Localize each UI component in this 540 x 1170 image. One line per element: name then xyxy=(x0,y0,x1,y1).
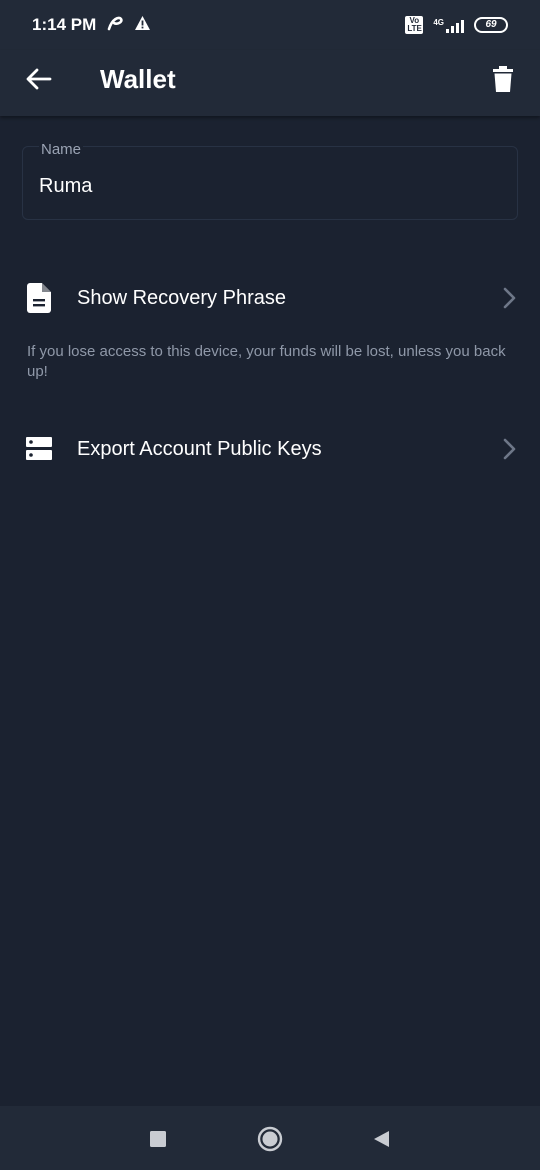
home-button[interactable] xyxy=(257,1126,283,1152)
server-icon xyxy=(26,434,52,464)
show-recovery-phrase-label: Show Recovery Phrase xyxy=(77,286,286,309)
signal-icon: 4G xyxy=(433,17,464,33)
name-field[interactable]: Name xyxy=(22,141,518,220)
circle-icon xyxy=(257,1126,283,1152)
back-nav-button[interactable] xyxy=(368,1126,394,1152)
battery-icon: 69 xyxy=(474,17,508,33)
volte-icon: Vo LTE xyxy=(405,16,424,34)
chevron-right-icon xyxy=(503,438,516,460)
system-nav-bar xyxy=(0,1106,540,1170)
warning-icon xyxy=(134,15,151,36)
document-icon xyxy=(26,283,52,313)
name-input[interactable] xyxy=(39,175,479,198)
network-type: 4G xyxy=(433,18,444,27)
chevron-right-icon xyxy=(503,287,516,309)
status-left: 1:14 PM xyxy=(32,15,151,36)
export-public-keys-row[interactable]: Export Account Public Keys xyxy=(0,419,540,479)
show-recovery-phrase-row[interactable]: Show Recovery Phrase xyxy=(0,268,540,328)
page-title: Wallet xyxy=(100,64,176,94)
recents-button[interactable] xyxy=(145,1126,171,1152)
trash-icon xyxy=(493,65,513,92)
export-public-keys-label: Export Account Public Keys xyxy=(77,437,322,460)
triangle-back-icon xyxy=(374,1131,389,1147)
airtel-icon xyxy=(106,15,124,36)
app-bar: Wallet xyxy=(0,50,540,116)
backup-warning-text: If you lose access to this device, your … xyxy=(27,343,506,380)
arrow-left-icon xyxy=(26,68,52,90)
name-label: Name xyxy=(39,141,84,158)
delete-wallet-button[interactable] xyxy=(486,62,520,96)
back-button[interactable] xyxy=(22,62,56,96)
square-icon xyxy=(150,1131,166,1147)
status-right: Vo LTE 4G 69 xyxy=(405,16,508,34)
status-bar: 1:14 PM Vo LTE 4G 69 xyxy=(0,0,540,50)
status-time: 1:14 PM xyxy=(32,15,97,34)
